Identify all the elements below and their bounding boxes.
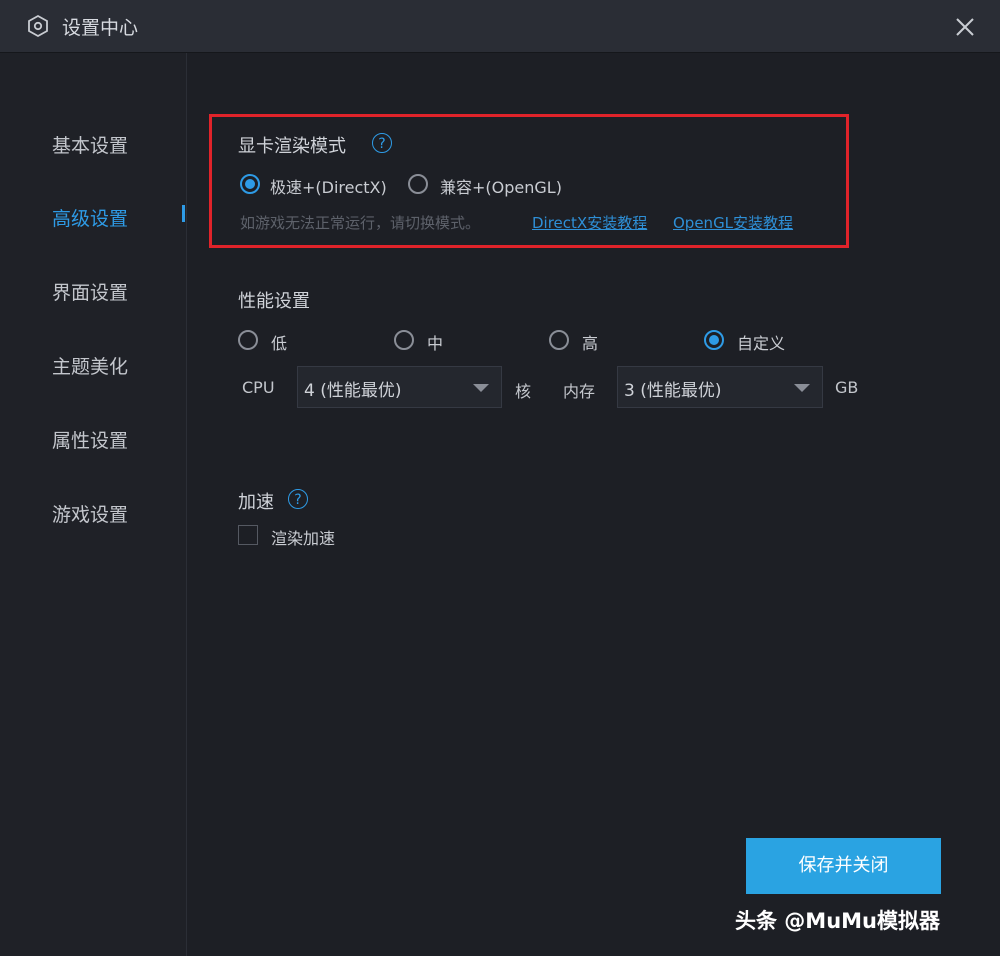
settings-hexagon-icon xyxy=(28,14,48,38)
help-icon[interactable]: ? xyxy=(288,489,308,509)
memory-select[interactable]: 3 (性能最优) xyxy=(617,366,823,408)
sidebar-active-indicator xyxy=(182,205,185,222)
memory-select-value: 3 (性能最优) xyxy=(624,381,722,401)
acceleration-title: 加速 xyxy=(238,492,274,513)
performance-title: 性能设置 xyxy=(238,291,310,312)
cpu-label: CPU xyxy=(242,378,275,397)
radio-perf-medium-label: 中 xyxy=(427,334,444,353)
sidebar-item-properties[interactable]: 属性设置 xyxy=(52,426,128,453)
highlight-box xyxy=(209,114,849,248)
cpu-select[interactable]: 4 (性能最优) xyxy=(297,366,502,408)
window-title: 设置中心 xyxy=(62,17,139,39)
radio-perf-high-label: 高 xyxy=(582,334,599,353)
radio-perf-high[interactable] xyxy=(549,330,569,350)
sidebar-item-theme[interactable]: 主题美化 xyxy=(52,352,128,379)
sidebar: 基本设置 高级设置 界面设置 主题美化 属性设置 游戏设置 xyxy=(0,53,186,956)
cpu-select-value: 4 (性能最优) xyxy=(304,381,402,401)
chevron-down-icon xyxy=(794,384,810,392)
sidebar-item-basic[interactable]: 基本设置 xyxy=(52,131,128,158)
chevron-down-icon xyxy=(473,384,489,392)
render-acceleration-checkbox[interactable] xyxy=(238,525,258,545)
memory-unit: GB xyxy=(835,378,859,397)
sidebar-item-interface[interactable]: 界面设置 xyxy=(52,278,128,305)
watermark: 头条 @MuMu模拟器 xyxy=(735,909,941,933)
settings-window: 设置中心 基本设置 高级设置 界面设置 主题美化 属性设置 游戏设置 显卡渲染模… xyxy=(0,0,1000,956)
render-acceleration-label: 渲染加速 xyxy=(271,529,336,548)
radio-perf-custom[interactable] xyxy=(704,330,724,350)
radio-perf-low[interactable] xyxy=(238,330,258,350)
title-bar: 设置中心 xyxy=(0,0,1000,53)
radio-perf-low-label: 低 xyxy=(271,334,288,353)
save-and-close-button[interactable]: 保存并关闭 xyxy=(746,838,941,894)
cpu-unit: 核 xyxy=(515,382,532,401)
sidebar-item-game[interactable]: 游戏设置 xyxy=(52,500,128,527)
sidebar-item-advanced[interactable]: 高级设置 xyxy=(52,204,128,231)
radio-perf-custom-label: 自定义 xyxy=(737,334,786,353)
radio-perf-medium[interactable] xyxy=(394,330,414,350)
memory-label: 内存 xyxy=(563,382,596,401)
close-icon[interactable] xyxy=(948,10,982,44)
